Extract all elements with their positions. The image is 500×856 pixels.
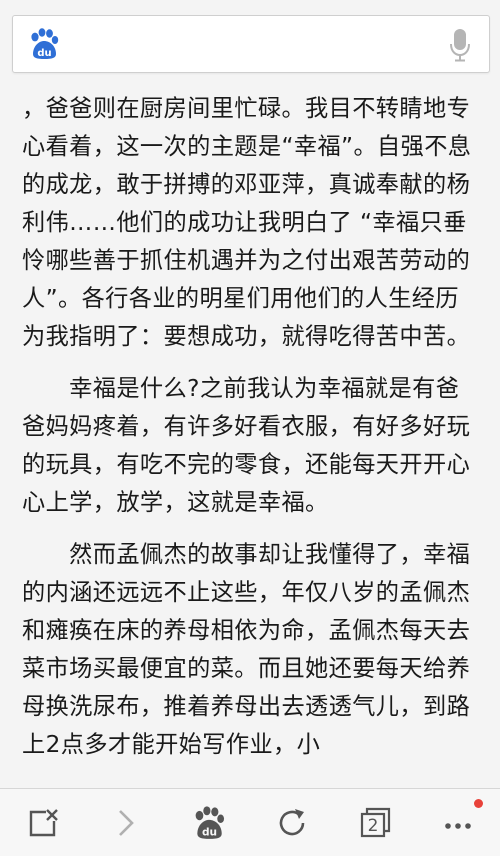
article-paragraph: 幸福是什么?之前我认为幸福就是有爸爸妈妈疼着，有许多好看衣服，有好多好玩的玩具，… (22, 375, 471, 516)
microphone-icon[interactable] (449, 28, 471, 62)
more-icon (445, 823, 471, 829)
baidu-logo-text: du (37, 48, 51, 59)
tabs-icon: 2 (360, 807, 391, 838)
bottom-navigation-bar: du 2 (0, 788, 500, 856)
top-bar: du (0, 0, 500, 88)
article-content: ，爸爸则在厨房间里忙碌。我目不转睛地专心看着，这一次的主题是“幸福”。自强不息的… (0, 88, 500, 788)
refresh-icon (279, 809, 305, 836)
baidu-paw-logo-icon[interactable]: du (27, 28, 61, 60)
close-page-button[interactable] (18, 799, 68, 847)
refresh-button[interactable] (267, 799, 317, 847)
baidu-home-button[interactable]: du (184, 799, 234, 847)
article-paragraph: ，爸爸则在厨房间里忙碌。我目不转睛地专心看着，这一次的主题是“幸福”。自强不息的… (22, 95, 472, 350)
article-paragraph: 然而孟佩杰的故事却让我懂得了，幸福的内涵还远远不止这些，年仅八岁的孟佩杰和瘫痪在… (22, 541, 471, 758)
tabs-button[interactable]: 2 (350, 799, 400, 847)
baidu-home-icon: du (195, 806, 225, 839)
forward-button[interactable] (101, 799, 151, 847)
forward-icon (119, 810, 134, 836)
search-input[interactable] (73, 24, 437, 66)
home-logo-text: du (202, 827, 217, 839)
notification-dot (474, 799, 483, 808)
tab-count-label: 2 (368, 816, 379, 836)
close-page-icon (29, 809, 58, 837)
search-box[interactable]: du (12, 15, 490, 73)
